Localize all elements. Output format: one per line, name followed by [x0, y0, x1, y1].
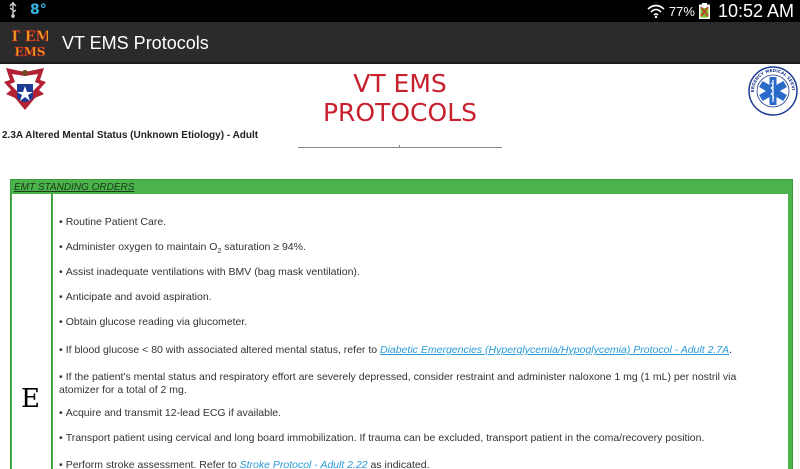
list-item: • Perform stroke assessment. Refer to Str… [59, 459, 430, 469]
list-item: • If blood glucose < 80 with associated a… [59, 344, 733, 356]
app-bar: VT EMS EMS VT EMS Protocols [0, 22, 800, 64]
stroke-protocol-link[interactable]: Stroke Protocol - Adult 2.22 [240, 459, 368, 469]
list-item: • Routine Patient Care. [59, 216, 167, 228]
diabetic-emergencies-link[interactable]: Diabetic Emergencies (Hyperglycemia/Hypo… [380, 344, 729, 356]
status-bar: 8° 77% 10:52 AM [0, 0, 800, 22]
page-title: VT EMS PROTOCOLS [322, 69, 477, 127]
standing-orders-section: EMT STANDING ORDERS E • Routine Patient C… [10, 179, 793, 469]
protocol-name: 2.3A Altered Mental Status (Unknown Etio… [2, 130, 259, 141]
temperature-indicator: 8° [30, 2, 47, 18]
svg-text:EMS: EMS [14, 45, 45, 59]
section-header: EMT STANDING ORDERS [14, 182, 135, 193]
list-item: • If the patient's mental status and resp… [59, 371, 737, 396]
list-item: • Anticipate and avoid aspiration. [59, 291, 212, 303]
app-title: VT EMS Protocols [62, 33, 209, 53]
divider [399, 145, 400, 148]
app-logo[interactable]: VT EMS EMS [12, 27, 48, 59]
svg-text:VT EMS: VT EMS [12, 29, 48, 45]
list-item: • Assist inadequate ventilations with BMV… [59, 266, 360, 278]
level-column: E [12, 194, 52, 469]
wifi-icon [647, 4, 665, 18]
star-of-life-icon: EMERGENCY MEDICAL SERVICES [748, 66, 798, 116]
level-letter: E [21, 384, 40, 414]
battery-percent: 77% [668, 3, 695, 19]
list-item: • Acquire and transmit 12-lead ECG if ava… [59, 407, 282, 419]
list-item: • Administer oxygen to maintain O2 satura… [59, 241, 306, 256]
list-item: • Transport patient using cervical and lo… [59, 432, 705, 444]
clock: 10:52 AM [717, 0, 794, 21]
search-field-underline[interactable] [298, 147, 502, 148]
usb-icon [9, 2, 17, 18]
list-item: • Obtain glucose reading via glucometer. [59, 316, 248, 328]
orders-list: • Routine Patient Care. • Administer oxyge… [53, 194, 788, 469]
battery-icon [698, 3, 710, 19]
